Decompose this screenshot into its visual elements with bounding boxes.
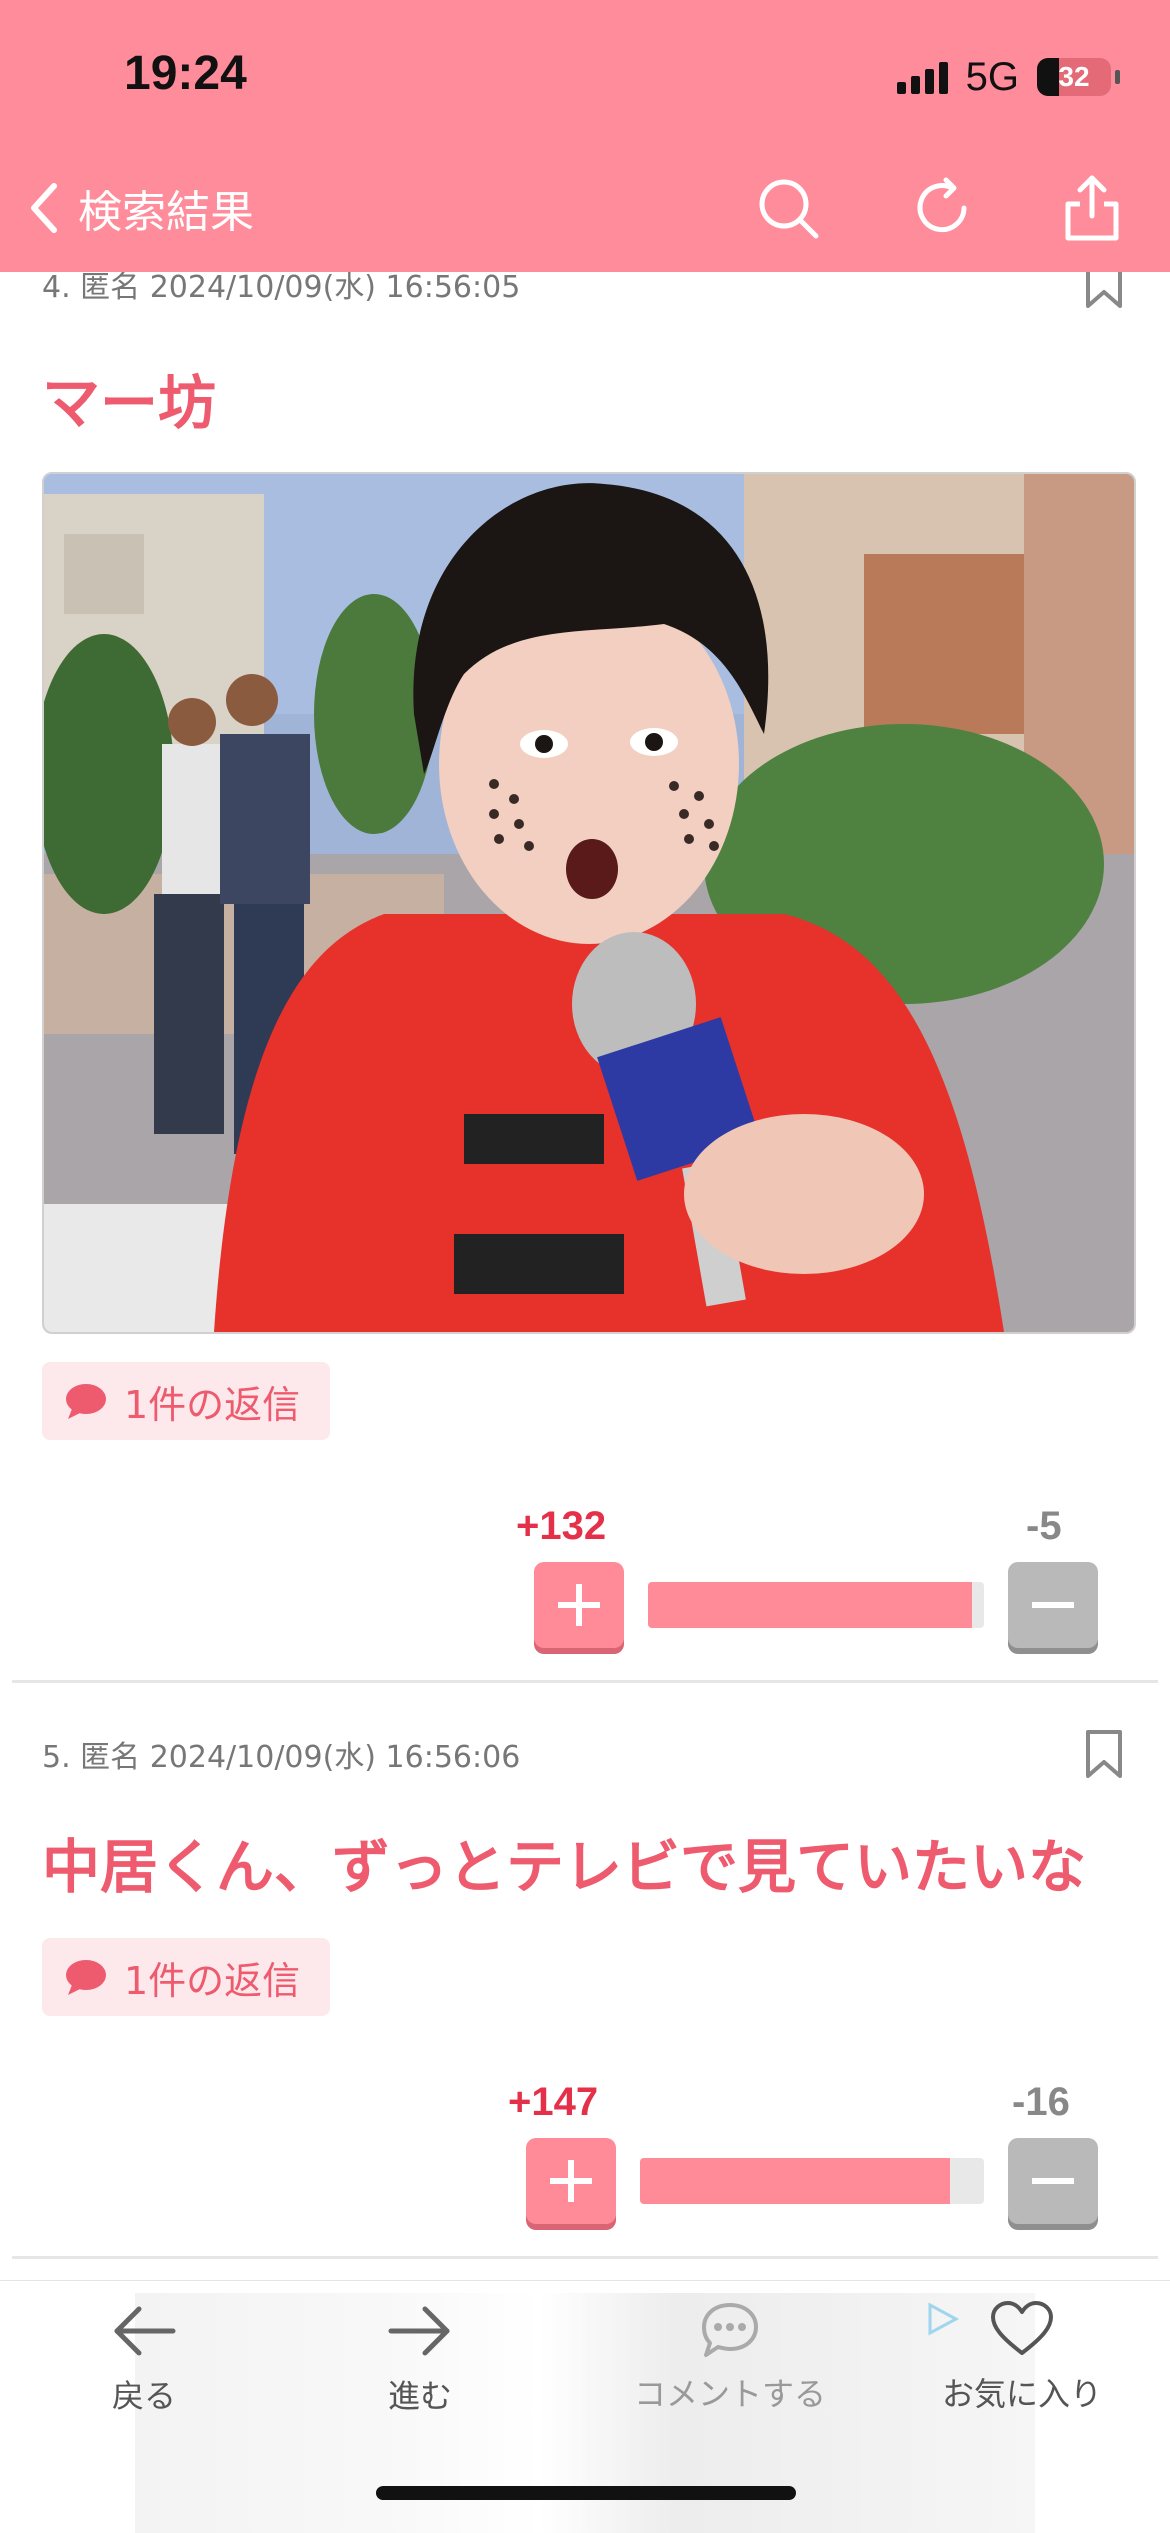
plus-score: +147 [508, 2080, 599, 2124]
network-type: 5G [965, 54, 1019, 99]
bookmark-icon[interactable] [1084, 272, 1124, 308]
status-time: 19:24 [124, 47, 247, 100]
home-indicator [376, 2486, 796, 2500]
divider [12, 1680, 1158, 1683]
plus-vote-button[interactable] [526, 2138, 616, 2224]
comment-meta: 4. 匿名 2024/10/09(水) 16:56:05 [42, 272, 521, 305]
plus-icon [558, 1584, 600, 1626]
heart-icon [991, 2301, 1053, 2355]
minus-vote-button[interactable] [1008, 2138, 1098, 2224]
refresh-icon[interactable] [906, 172, 978, 244]
arrow-right-icon [388, 2306, 450, 2356]
back-button[interactable]: 検索結果 [24, 176, 254, 240]
plus-vote-button[interactable] [534, 1562, 624, 1648]
vote-ratio-fill [648, 1582, 972, 1628]
forward-tab[interactable]: 進む [310, 2301, 530, 2451]
vote-ratio-bar [640, 2158, 984, 2204]
back-tab-label: 戻る [111, 2377, 176, 2415]
comment-title: マー坊 [42, 369, 217, 437]
favorite-tab[interactable]: お気に入り [912, 2299, 1132, 2449]
plus-icon [550, 2160, 592, 2202]
nav-bar: 検索結果 [0, 150, 1170, 272]
comment-title: 中居くん、ずっとテレビで見ていたいな [42, 1833, 1087, 1901]
search-icon[interactable] [752, 172, 824, 244]
favorite-tab-label: お気に入り [941, 2375, 1102, 2413]
comment-tab-label: コメントする [633, 2375, 826, 2413]
signal-icon [896, 60, 948, 94]
reply-count: 1件の返信 [124, 1958, 301, 2003]
minus-vote-button[interactable] [1008, 1562, 1098, 1648]
arrow-left-icon [114, 2306, 176, 2356]
minus-score: -5 [1026, 1504, 1062, 1548]
minus-icon [1032, 2178, 1074, 2184]
plus-score: +132 [516, 1504, 607, 1548]
chevron-left-icon [31, 183, 57, 233]
back-label: 検索結果 [78, 187, 254, 238]
vote-ratio-bar [648, 1582, 984, 1628]
comment-meta: 5. 匿名 2024/10/09(水) 16:56:06 [42, 1740, 521, 1775]
tv-scene-illustration [44, 474, 1134, 1332]
minus-icon [1032, 1602, 1074, 1608]
speech-bubble-icon [66, 1960, 106, 1995]
bookmark-icon[interactable] [1084, 1730, 1124, 1778]
reply-link[interactable]: 1件の返信 [42, 1938, 331, 2016]
battery-cap [1115, 70, 1120, 84]
forward-tab-label: 進む [387, 2377, 452, 2415]
battery-icon: 32 [1037, 58, 1111, 96]
minus-score: -16 [1012, 2080, 1070, 2124]
comment-list: 4. 匿名 2024/10/09(水) 16:56:05 マー坊 1件の返信 +… [0, 272, 1170, 2280]
reply-link[interactable]: 1件の返信 [42, 1362, 331, 1440]
speech-bubble-icon [66, 1384, 106, 1419]
comment-tab[interactable]: コメントする [620, 2299, 960, 2449]
comment-icon [702, 2303, 758, 2357]
comment-image[interactable] [42, 472, 1136, 1334]
share-icon[interactable] [1056, 172, 1128, 244]
back-tab[interactable]: 戻る [34, 2301, 254, 2451]
status-bar: 19:24 5G 32 [0, 0, 1170, 150]
vote-ratio-fill [640, 2158, 951, 2204]
divider [12, 2256, 1158, 2259]
battery-level: 32 [1058, 61, 1090, 92]
reply-count: 1件の返信 [124, 1382, 301, 1427]
status-indicators: 5G 32 [896, 52, 1120, 102]
